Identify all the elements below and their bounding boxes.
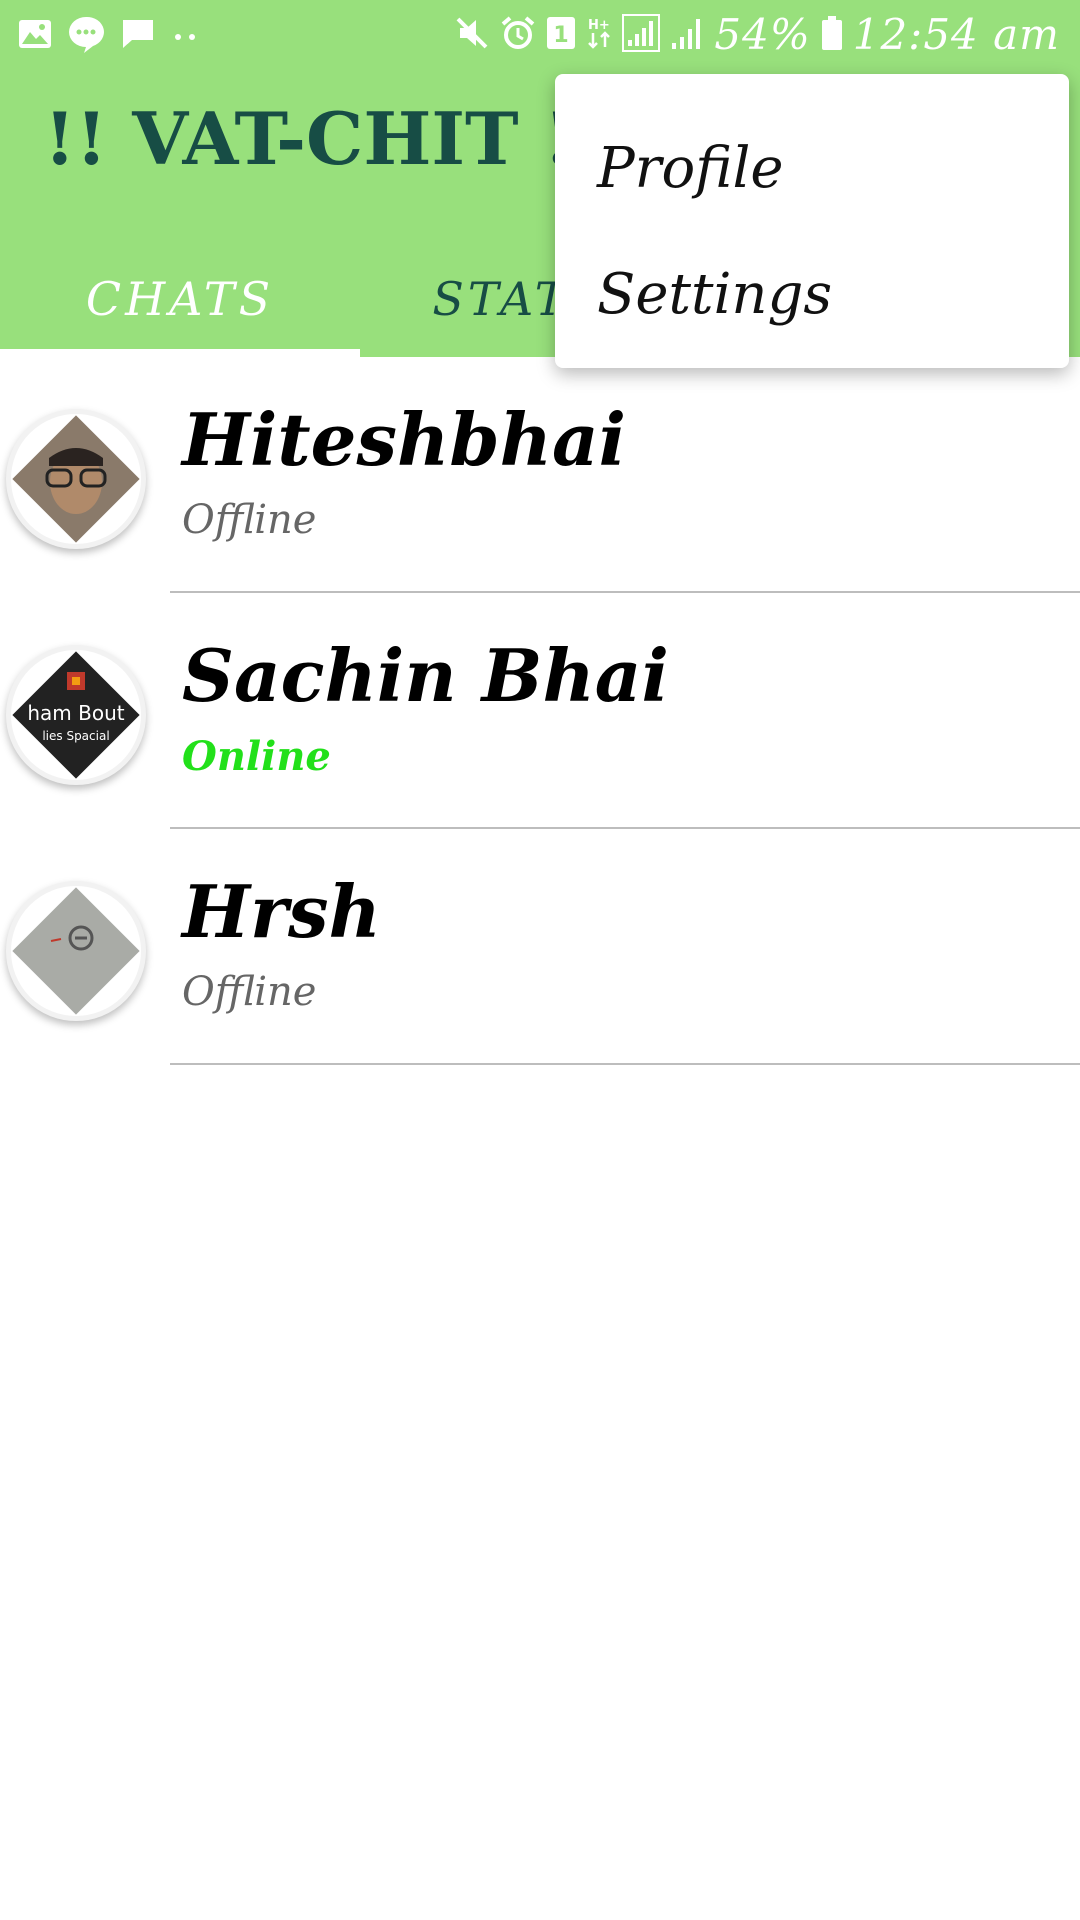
overflow-menu: Profile Settings: [555, 74, 1069, 368]
contact-status: Online: [182, 733, 331, 780]
svg-text:lies Spacial: lies Spacial: [42, 729, 109, 743]
signal-icon: [670, 15, 704, 55]
chat-bubble-icon: [66, 14, 106, 58]
contact-status: Offline: [182, 969, 317, 1015]
contact-name: Sachin Bhai: [182, 633, 669, 718]
signal-icon: [622, 13, 661, 56]
image-icon: [18, 19, 52, 53]
menu-item-profile[interactable]: Profile: [597, 108, 784, 228]
clock: 12:54 am: [852, 10, 1060, 59]
battery-percent: 54%: [714, 10, 811, 59]
tab-chats[interactable]: CHATS: [0, 240, 360, 357]
tab-indicator: [0, 349, 360, 357]
message-icon: [120, 16, 156, 56]
chat-row[interactable]: Hrsh Offline: [0, 829, 1080, 1065]
data-icon: H+: [586, 15, 612, 55]
chat-row[interactable]: Hiteshbhai Offline: [0, 357, 1080, 593]
contact-name: Hiteshbhai: [182, 397, 627, 482]
chat-row[interactable]: ham Bout lies Spacial Sachin Bhai Online: [0, 593, 1080, 829]
svg-text:H+: H+: [588, 18, 610, 33]
contact-name: Hrsh: [182, 869, 381, 954]
chat-list: Hiteshbhai Offline ham Bout lies Spacial…: [0, 357, 1080, 1065]
status-bar: 1 H+ 54% 12:54 am: [0, 0, 1080, 64]
contact-status: Offline: [182, 497, 317, 543]
more-dots-icon: [170, 27, 200, 46]
sim-icon: 1: [546, 16, 576, 54]
alarm-icon: [500, 15, 536, 55]
avatar[interactable]: [6, 409, 146, 549]
svg-text:ham Bout: ham Bout: [27, 701, 124, 725]
avatar[interactable]: [6, 881, 146, 1021]
avatar[interactable]: ham Bout lies Spacial: [6, 645, 146, 785]
app-title: !! VAT-CHIT !!: [44, 96, 607, 181]
menu-item-settings[interactable]: Settings: [597, 234, 832, 354]
mute-icon: [454, 15, 490, 55]
svg-text:1: 1: [554, 23, 569, 48]
battery-icon: [821, 15, 843, 55]
divider: [170, 1063, 1080, 1065]
